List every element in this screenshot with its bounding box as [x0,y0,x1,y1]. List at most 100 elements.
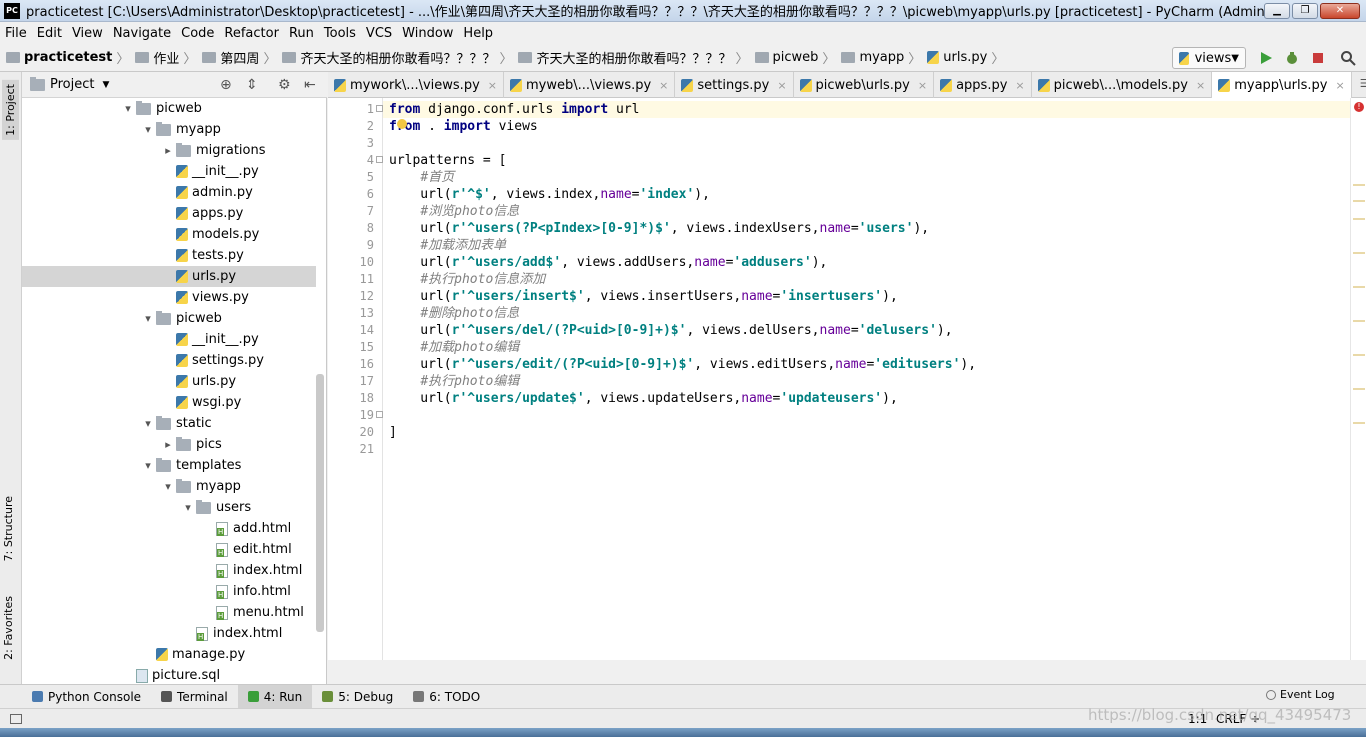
bottom-tab[interactable]: 6: TODO [403,685,490,709]
tree-folder[interactable]: ▸ migrations [22,140,316,161]
tree-file[interactable]: tests.py [22,245,316,266]
tree-folder[interactable]: ▾ users [22,497,316,518]
breadcrumb-item[interactable]: urls.py 〉 [927,48,1004,67]
tree-file[interactable]: picture.sql [22,665,316,684]
close-tab-icon[interactable]: × [918,79,927,92]
menu-tools[interactable]: Tools [319,26,361,41]
intention-bulb-icon[interactable] [397,119,407,129]
tree-file[interactable]: apps.py [22,203,316,224]
menu-edit[interactable]: Edit [32,26,67,41]
tree-folder[interactable]: ▾ picweb [22,98,316,119]
chevron-down-icon[interactable]: ▼ [102,80,109,90]
expanded-arrow-icon[interactable]: ▾ [140,417,156,430]
debug-button[interactable] [1284,50,1300,66]
tree-folder[interactable]: ▾ templates [22,455,316,476]
warning-stripe-mark[interactable] [1353,184,1365,186]
tree-folder[interactable]: ▾ myapp [22,476,316,497]
expanded-arrow-icon[interactable]: ▾ [140,312,156,325]
expanded-arrow-icon[interactable]: ▾ [120,102,136,115]
run-configuration-select[interactable]: views ▼ [1172,47,1246,69]
close-tab-icon[interactable]: × [488,79,497,92]
expanded-arrow-icon[interactable]: ▾ [140,459,156,472]
menu-vcs[interactable]: VCS [361,26,397,41]
hide-panel-icon[interactable]: ⇤ [304,77,316,93]
expanded-arrow-icon[interactable]: ▾ [160,480,176,493]
run-button[interactable] [1258,50,1274,66]
tool-tab-structure[interactable]: 7: Structure [2,496,15,561]
menu-file[interactable]: File [0,26,32,41]
bottom-tab[interactable]: Python Console [22,685,151,709]
tree-file[interactable]: __init__.py [22,161,316,182]
bottom-tab[interactable]: 4: Run [237,684,313,709]
close-tab-icon[interactable]: × [1196,79,1205,92]
warning-stripe-mark[interactable] [1353,388,1365,390]
close-tab-icon[interactable]: × [777,79,786,92]
breadcrumb-item[interactable]: 齐天大圣的相册你敢看吗？？？？〉 [282,48,512,67]
editor-tab[interactable]: picweb\urls.py × [794,72,935,98]
tool-tab-favorites[interactable]: 2: Favorites [2,596,15,660]
menu-code[interactable]: Code [176,26,219,41]
tree-file[interactable]: add.html [22,518,316,539]
tree-folder[interactable]: ▾ static [22,413,316,434]
menu-window[interactable]: Window [397,26,458,41]
breadcrumb-item[interactable]: 作业〉 [135,48,196,67]
locate-icon[interactable]: ⊕ [220,77,232,93]
tree-file[interactable]: edit.html [22,539,316,560]
collapse-all-icon[interactable]: ⇕ [246,77,258,93]
project-panel-title[interactable]: Project [50,77,94,92]
tree-file[interactable]: manage.py [22,644,316,665]
breadcrumb-item[interactable]: 第四周〉 [202,48,276,67]
menu-run[interactable]: Run [284,26,319,41]
menu-refactor[interactable]: Refactor [219,26,284,41]
editor-tab[interactable]: myapp\urls.py × [1212,72,1352,98]
tree-file[interactable]: views.py [22,287,316,308]
tree-file[interactable]: admin.py [22,182,316,203]
collapsed-arrow-icon[interactable]: ▸ [160,144,176,157]
restore-button[interactable]: ❐ [1292,2,1318,19]
tree-file[interactable]: urls.py [22,266,316,287]
tree-folder[interactable]: ▸ pics [22,434,316,455]
code-editor[interactable]: from django.conf.urls import urlfrom . i… [383,98,1350,660]
minimize-button[interactable]: ▁ [1264,2,1290,19]
fold-marker-icon[interactable] [376,105,383,112]
expanded-arrow-icon[interactable]: ▾ [140,123,156,136]
warning-stripe-mark[interactable] [1353,354,1365,356]
tree-file[interactable]: wsgi.py [22,392,316,413]
fold-marker-icon[interactable] [376,411,383,418]
tree-file[interactable]: menu.html [22,602,316,623]
editor-tab[interactable]: picweb\...\models.py × [1032,72,1213,98]
tree-file[interactable]: settings.py [22,350,316,371]
tree-folder[interactable]: ▾ myapp [22,119,316,140]
warning-stripe-mark[interactable] [1353,320,1365,322]
tree-file[interactable]: models.py [22,224,316,245]
bottom-tab[interactable]: 5: Debug [312,685,403,709]
tab-menu-icon[interactable]: ☰ [1352,72,1366,97]
search-icon[interactable] [1340,50,1356,66]
tree-file[interactable]: index.html [22,623,316,644]
breadcrumb-item[interactable]: picweb 〉 [754,48,835,67]
breadcrumb-item[interactable]: practicetest 〉 [6,48,129,67]
tree-scrollbar[interactable] [316,374,324,632]
warning-stripe-mark[interactable] [1353,286,1365,288]
close-tab-icon[interactable]: × [1015,79,1024,92]
breadcrumb-item[interactable]: myapp 〉 [841,48,921,67]
editor-tab[interactable]: mywork\...\views.py × [328,72,504,98]
tree-folder[interactable]: ▾ picweb [22,308,316,329]
warning-stripe-mark[interactable] [1353,218,1365,220]
tool-tab-project[interactable]: 1: Project [2,80,19,140]
editor-tab[interactable]: apps.py × [934,72,1032,98]
menu-view[interactable]: View [67,26,108,41]
tree-file[interactable]: urls.py [22,371,316,392]
toggle-panels-icon[interactable] [10,713,22,724]
warning-stripe-mark[interactable] [1353,200,1365,202]
fold-marker-icon[interactable] [376,156,383,163]
error-indicator-icon[interactable]: ! [1354,102,1364,112]
stop-button[interactable] [1310,50,1326,66]
editor-tab[interactable]: myweb\...\views.py × [504,72,676,98]
close-button[interactable]: ✕ [1320,2,1360,19]
menu-navigate[interactable]: Navigate [108,26,176,41]
collapsed-arrow-icon[interactable]: ▸ [160,438,176,451]
tree-file[interactable]: __init__.py [22,329,316,350]
warning-stripe-mark[interactable] [1353,252,1365,254]
tree-file[interactable]: index.html [22,560,316,581]
